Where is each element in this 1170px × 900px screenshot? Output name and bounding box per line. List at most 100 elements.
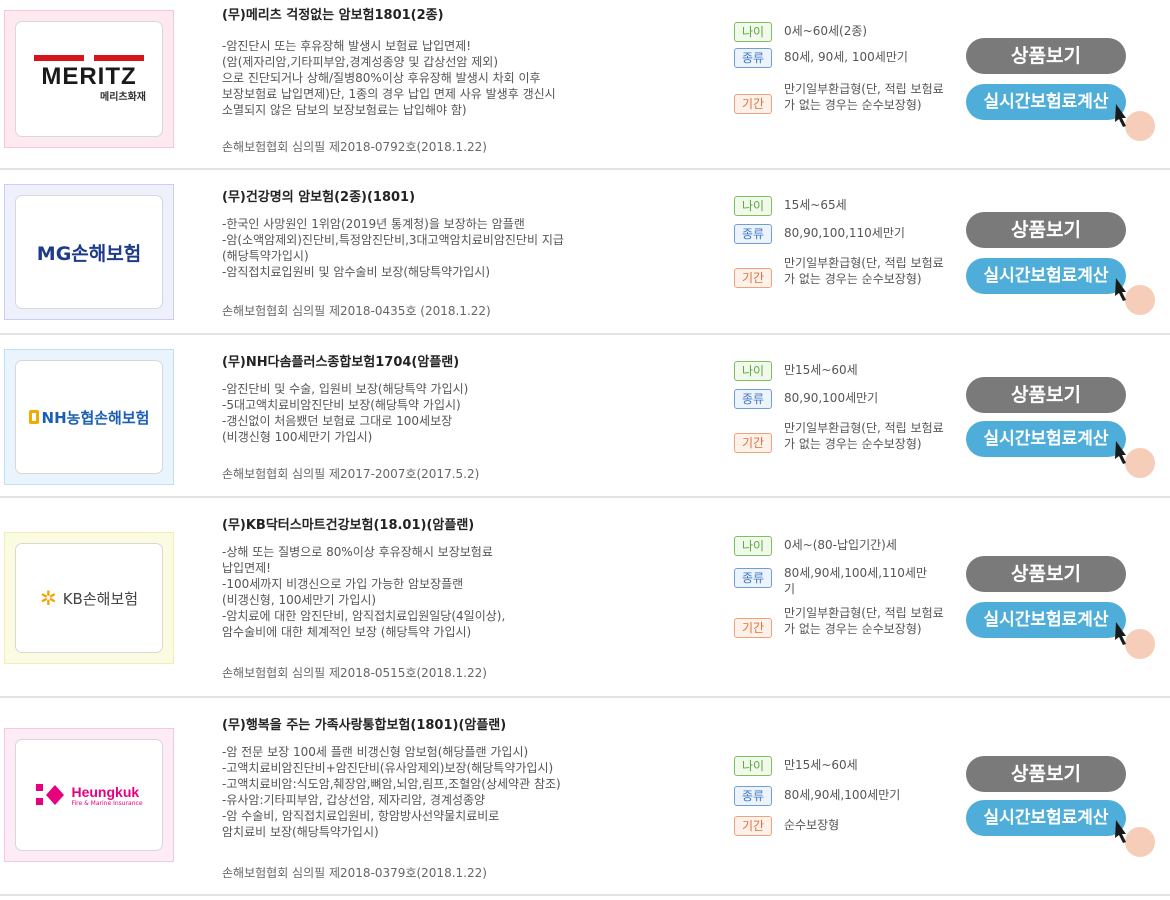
age-value: 15세~65세	[784, 198, 847, 212]
type-tag: 종류	[734, 786, 772, 806]
logo-subtext: 메리츠화재	[100, 92, 146, 103]
product-specs: 나이 만15세~60세 종류 80세,90세,100세만기 기간 순수보장형	[734, 756, 954, 842]
product-specs: 나이 15세~65세 종류 80,90,100,110세만기 기간 만기일부환급…	[734, 196, 954, 306]
product-description: -상해 또는 질병으로 80%이상 후유장해시 보장보험료 납입면제! -100…	[222, 545, 506, 639]
logo-wordmark: Heungkuk	[71, 783, 140, 800]
premium-calc-button[interactable]: 실시간보험료계산	[966, 602, 1126, 638]
type-tag: 종류	[734, 568, 772, 588]
logo-box: MERITZ 메리츠화재	[4, 10, 174, 148]
view-product-button[interactable]: 상품보기	[966, 377, 1126, 413]
spec-age: 나이 0세~60세(2종)	[734, 22, 954, 48]
spec-type: 종류 80,90,100세만기	[734, 389, 954, 419]
company-logo: MG손해보험	[15, 195, 163, 309]
view-product-button[interactable]: 상품보기	[966, 556, 1126, 592]
spec-age: 나이 만15세~60세	[734, 361, 954, 389]
term-tag: 기간	[734, 94, 772, 114]
product-title[interactable]: (무)KB닥터스마트건강보험(18.01)(암플랜)	[222, 514, 474, 533]
product-specs: 나이 0세~(80-납입기간)세 종류 80세,90세,100세,110세만기 …	[734, 536, 954, 656]
type-value: 80세,90세,100세,110세만기	[784, 566, 927, 596]
term-tag: 기간	[734, 816, 772, 836]
type-tag: 종류	[734, 389, 772, 409]
age-tag: 나이	[734, 756, 772, 776]
logo-wordmark: MERITZ	[41, 63, 137, 90]
product-row: ✲ KB손해보험 (무)KB닥터스마트건강보험(18.01)(암플랜) -상해 …	[0, 498, 1170, 698]
logo-wordmark: MG손해보험	[36, 242, 142, 265]
approval-number: 손해보험협회 심의필 제2018-0792호(2018.1.22)	[222, 140, 487, 154]
company-logo: ✲ KB손해보험	[15, 543, 163, 653]
product-title[interactable]: (무)메리츠 걱정없는 암보험1801(2종)	[222, 4, 444, 23]
type-tag: 종류	[734, 224, 772, 244]
premium-calc-button[interactable]: 실시간보험료계산	[966, 84, 1126, 120]
spec-type: 종류 80세,90세,100세,110세만기	[734, 564, 954, 604]
nh-mark-icon	[28, 410, 39, 424]
premium-calc-button[interactable]: 실시간보험료계산	[966, 800, 1126, 836]
meritz-bar	[34, 52, 144, 64]
logo-wordmark: KB손해보험	[62, 589, 139, 608]
type-value: 80세, 90세, 100세만기	[784, 50, 908, 64]
product-description: -암진단시 또는 후유장해 발생시 보험료 납입면제! (암(제자리암,기타피부…	[222, 39, 556, 117]
approval-number: 손해보험협회 심의필 제2018-0515호(2018.1.22)	[222, 666, 487, 680]
product-row: NH농협손해보험 (무)NH다솜플러스종합보험1704(암플랜) -암진단비 및…	[0, 335, 1170, 498]
product-description: -암진단비 및 수술, 입원비 보장(해당특약 가입시) -5대고액치료비암진단…	[222, 382, 469, 444]
spec-term: 기간 순수보장형	[734, 816, 954, 842]
age-tag: 나이	[734, 22, 772, 42]
company-logo: MERITZ 메리츠화재	[15, 21, 163, 137]
logo-wordmark: NH농협손해보험	[41, 408, 150, 427]
product-row: MG손해보험 (무)건강명의 암보험(2종)(1801) -한국인 사망원인 1…	[0, 170, 1170, 335]
kb-star-icon: ✲	[39, 586, 57, 610]
logo-box: Heungkuk Fire & Marine Insurance	[4, 728, 174, 862]
approval-number: 손해보험협회 심의필 제2017-2007호(2017.5.2)	[222, 467, 480, 481]
product-title[interactable]: (무)건강명의 암보험(2종)(1801)	[222, 186, 415, 205]
hand-cursor-icon	[1115, 820, 1155, 857]
age-value: 0세~(80-납입기간)세	[784, 538, 897, 552]
hand-cursor-icon	[1115, 278, 1155, 315]
product-list: MERITZ 메리츠화재 (무)메리츠 걱정없는 암보험1801(2종) -암진…	[0, 0, 1170, 900]
hand-cursor-icon	[1115, 622, 1155, 659]
product-title[interactable]: (무)NH다솜플러스종합보험1704(암플랜)	[222, 351, 459, 370]
age-value: 만15세~60세	[784, 363, 858, 377]
age-value: 만15세~60세	[784, 758, 858, 772]
type-value: 80,90,100,110세만기	[784, 226, 905, 240]
product-title[interactable]: (무)행복을 주는 가족사랑통합보험(1801)(암플랜)	[222, 714, 506, 733]
type-value: 80세,90세,100세만기	[784, 788, 901, 802]
type-value: 80,90,100세만기	[784, 391, 879, 405]
spec-type: 종류 80,90,100,110세만기	[734, 224, 954, 254]
company-logo: NH농협손해보험	[15, 360, 163, 474]
spec-type: 종류 80세,90세,100세만기	[734, 786, 954, 816]
hand-cursor-icon	[1115, 441, 1155, 478]
approval-number: 손해보험협회 심의필 제2018-0379호(2018.1.22)	[222, 866, 487, 880]
age-tag: 나이	[734, 361, 772, 381]
heungkuk-diamond-icon	[36, 784, 65, 805]
product-specs: 나이 0세~60세(2종) 종류 80세, 90세, 100세만기 기간 만기일…	[734, 22, 954, 132]
term-value: 만기일부환급형(단, 적립 보험료가 없는 경우는 순수보장형)	[784, 256, 944, 286]
logo-subtext: Fire & Marine Insurance	[71, 799, 143, 807]
logo-box: ✲ KB손해보험	[4, 532, 174, 664]
view-product-button[interactable]: 상품보기	[966, 756, 1126, 792]
term-tag: 기간	[734, 618, 772, 638]
age-value: 0세~60세(2종)	[784, 24, 868, 38]
company-logo: Heungkuk Fire & Marine Insurance	[15, 739, 163, 851]
logo-box: MG손해보험	[4, 184, 174, 320]
hand-cursor-icon	[1115, 104, 1155, 141]
product-description: -암 전문 보장 100세 플랜 비갱신형 암보험(해당플랜 가입시) -고액치…	[222, 745, 561, 839]
product-specs: 나이 만15세~60세 종류 80,90,100세만기 기간 만기일부환급형(단…	[734, 361, 954, 471]
term-value: 순수보장형	[784, 818, 840, 832]
premium-calc-button[interactable]: 실시간보험료계산	[966, 421, 1126, 457]
age-tag: 나이	[734, 196, 772, 216]
product-description: -한국인 사망원인 1위암(2019년 통계청)을 보장하는 암플랜 -암(소액…	[222, 217, 564, 279]
view-product-button[interactable]: 상품보기	[966, 212, 1126, 248]
spec-age: 나이 15세~65세	[734, 196, 954, 224]
term-value: 만기일부환급형(단, 적립 보험료가 없는 경우는 순수보장형)	[784, 606, 944, 636]
logo-box: NH농협손해보험	[4, 349, 174, 485]
approval-number: 손해보험협회 심의필 제2018-0435호 (2018.1.22)	[222, 304, 491, 318]
premium-calc-button[interactable]: 실시간보험료계산	[966, 258, 1126, 294]
spec-type: 종류 80세, 90세, 100세만기	[734, 48, 954, 80]
type-tag: 종류	[734, 48, 772, 68]
spec-age: 나이 만15세~60세	[734, 756, 954, 786]
age-tag: 나이	[734, 536, 772, 556]
term-value: 만기일부환급형(단, 적립 보험료가 없는 경우는 순수보장형)	[784, 82, 944, 112]
view-product-button[interactable]: 상품보기	[966, 38, 1126, 74]
spec-age: 나이 0세~(80-납입기간)세	[734, 536, 954, 564]
product-row: MERITZ 메리츠화재 (무)메리츠 걱정없는 암보험1801(2종) -암진…	[0, 0, 1170, 170]
term-tag: 기간	[734, 433, 772, 453]
